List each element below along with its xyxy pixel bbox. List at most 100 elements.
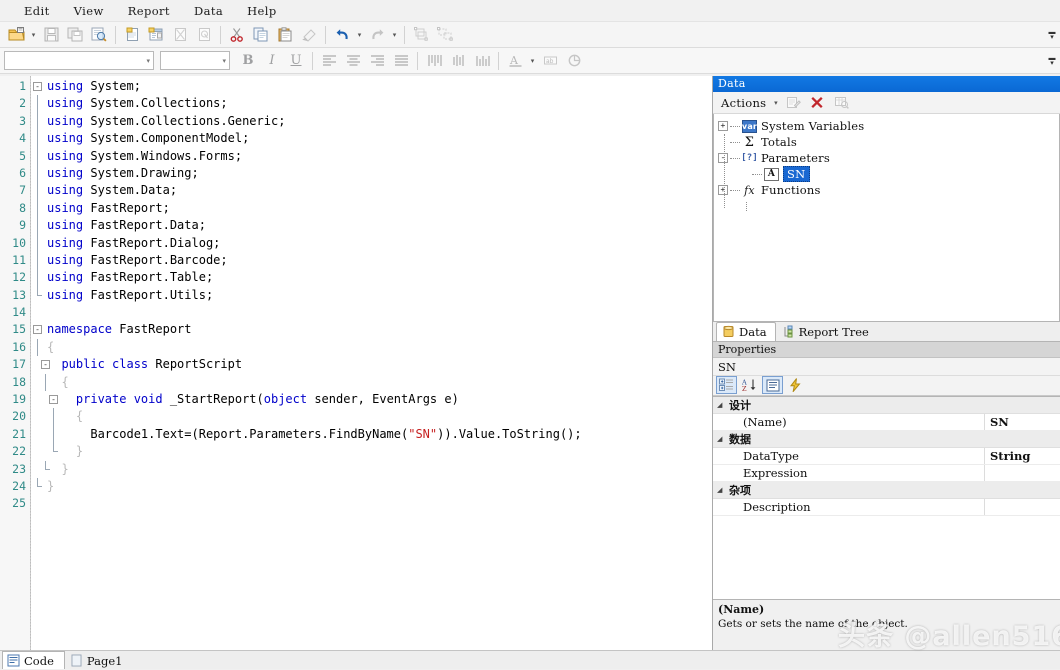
align-right-icon[interactable] (366, 50, 388, 72)
open-report-dropdown-arrow[interactable]: ▾ (28, 24, 39, 46)
undo-icon[interactable] (331, 24, 353, 46)
fold-marker-row[interactable] (31, 251, 45, 270)
tree-node[interactable]: + fx Functions (718, 182, 1057, 198)
italic-button[interactable]: I (261, 50, 283, 72)
tab-code[interactable]: Code (2, 651, 65, 669)
style-icon[interactable] (563, 50, 585, 72)
bold-button[interactable]: B (237, 50, 259, 72)
fold-collapse-icon[interactable]: - (49, 395, 58, 405)
page-settings-icon[interactable] (193, 24, 215, 46)
tab-data[interactable]: Data (716, 321, 776, 341)
collapse-icon[interactable]: - (718, 153, 728, 163)
menu-item-edit[interactable]: Edit (14, 2, 60, 20)
fold-marker-row[interactable] (31, 182, 45, 200)
expand-icon[interactable]: + (718, 185, 728, 195)
categorized-view-icon[interactable] (716, 376, 737, 394)
menu-item-data[interactable]: Data (184, 2, 233, 20)
fold-marker-row[interactable] (31, 460, 50, 478)
save-report-icon[interactable] (40, 24, 62, 46)
fold-marker-row[interactable] (31, 164, 45, 183)
copy-icon[interactable] (250, 24, 272, 46)
code-editor[interactable]: 1 2 3 4 5 6 7 8 9 10 11 12 13 14 15 16 17 18 19 20 21 22 23 24 2… (0, 76, 713, 650)
property-value[interactable] (985, 464, 1060, 481)
category-collapse-icon[interactable]: ◢ (717, 435, 729, 443)
menu-item-view[interactable]: View (64, 2, 114, 20)
fold-marker-row[interactable] (31, 234, 45, 252)
fold-marker-row[interactable] (31, 443, 58, 460)
actions-dropdown-arrow[interactable]: ▾ (770, 92, 781, 114)
fold-marker-row[interactable]: - (31, 321, 45, 338)
text-color-icon[interactable]: A (504, 50, 526, 72)
toolbar-overflow-button[interactable]: ▬ ▾ (1046, 24, 1058, 46)
property-value[interactable]: String (985, 447, 1060, 464)
expand-icon[interactable]: + (718, 121, 728, 131)
actions-button[interactable]: Actions (717, 95, 770, 111)
alphabetical-sort-icon[interactable]: A Z (739, 376, 760, 394)
fold-marker-row[interactable] (31, 95, 45, 113)
format-painter-icon[interactable] (298, 24, 320, 46)
cut-icon[interactable] (226, 24, 248, 46)
properties-view-icon[interactable] (762, 376, 783, 394)
align-top-icon[interactable] (423, 50, 445, 72)
fold-marker-row[interactable] (31, 304, 45, 321)
group-icon[interactable] (410, 24, 432, 46)
undo-dropdown-arrow[interactable]: ▾ (354, 24, 365, 46)
delete-icon[interactable] (806, 92, 828, 114)
fold-margin[interactable]: - - - - (31, 76, 58, 650)
fold-collapse-icon[interactable]: - (33, 325, 42, 335)
tree-node[interactable]: - [?] Parameters (718, 150, 1057, 166)
tab-report-tree[interactable]: Report Tree (776, 322, 878, 341)
preview-icon[interactable] (88, 24, 110, 46)
edit-data-source-icon[interactable] (782, 92, 804, 114)
ungroup-icon[interactable] (434, 24, 456, 46)
property-row[interactable]: Expression (713, 464, 1060, 482)
property-category[interactable]: ◢ 数据 (713, 430, 1060, 448)
menu-item-help[interactable]: Help (237, 2, 286, 20)
fold-marker-row[interactable] (31, 495, 45, 512)
redo-icon[interactable] (366, 24, 388, 46)
align-bottom-icon[interactable] (471, 50, 493, 72)
property-category[interactable]: ◢ 杂项 (713, 481, 1060, 499)
format-toolbar-overflow-button[interactable]: ▬ ▾ (1046, 50, 1058, 72)
redo-dropdown-arrow[interactable]: ▾ (389, 24, 400, 46)
tree-node[interactable]: A SN (718, 166, 1057, 182)
fold-marker-row[interactable] (31, 425, 54, 444)
fold-marker-row[interactable]: - (31, 391, 58, 408)
properties-grid[interactable]: ◢ 设计 (Name) SN ◢ 数据 DataType String Expression ◢ 杂… (713, 395, 1060, 599)
fold-marker-row[interactable] (31, 112, 45, 131)
tree-node[interactable]: + var System Variables (718, 118, 1057, 134)
property-category[interactable]: ◢ 设计 (713, 396, 1060, 414)
fold-marker-row[interactable] (31, 373, 46, 392)
align-justify-icon[interactable] (390, 50, 412, 72)
new-dialog-icon[interactable] (145, 24, 167, 46)
property-row[interactable]: (Name) SN (713, 413, 1060, 431)
fold-marker-row[interactable] (31, 477, 45, 495)
property-value[interactable]: SN (985, 413, 1060, 430)
new-page-icon[interactable] (121, 24, 143, 46)
fold-marker-row[interactable] (31, 217, 45, 235)
code-text-area[interactable]: using System; using System.Collections; us… (45, 76, 712, 650)
fold-collapse-icon[interactable]: - (41, 360, 50, 370)
property-row[interactable]: Description (713, 498, 1060, 516)
data-tree[interactable]: + var System Variables Σ Totals - [?] Parameter… (713, 114, 1060, 322)
fold-marker-row[interactable] (31, 130, 45, 148)
property-row[interactable]: DataType String (713, 447, 1060, 465)
font-name-combo[interactable]: ▾ (4, 51, 154, 70)
open-report-icon[interactable] (5, 24, 27, 46)
align-middle-icon[interactable] (447, 50, 469, 72)
fold-marker-row[interactable] (31, 269, 45, 287)
fold-marker-row[interactable] (31, 199, 45, 218)
view-data-icon[interactable] (830, 92, 852, 114)
fold-marker-row[interactable] (31, 338, 45, 357)
menu-item-report[interactable]: Report (118, 2, 180, 20)
delete-page-icon[interactable] (169, 24, 191, 46)
fold-marker-row[interactable] (31, 408, 54, 426)
paste-icon[interactable] (274, 24, 296, 46)
underline-button[interactable]: U (285, 50, 307, 72)
save-all-icon[interactable] (64, 24, 86, 46)
events-view-icon[interactable] (785, 376, 806, 394)
tab-page1[interactable]: Page1 (65, 651, 134, 669)
fold-marker-row[interactable]: - (31, 78, 45, 95)
align-center-icon[interactable] (342, 50, 364, 72)
fold-collapse-icon[interactable]: - (33, 82, 42, 91)
